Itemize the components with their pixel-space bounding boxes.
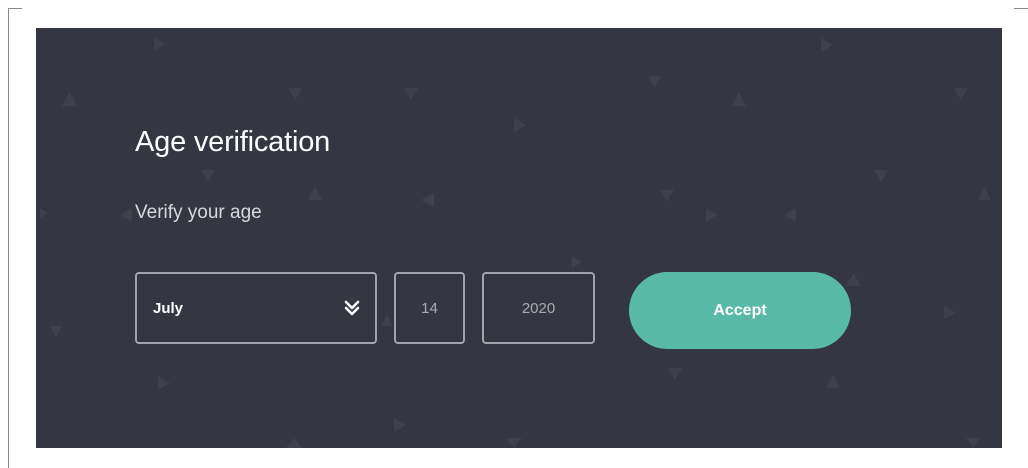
month-select-value: July — [153, 300, 184, 317]
page-frame-left — [8, 8, 9, 468]
age-verification-panel: Age verification Verify your age July Ac… — [36, 28, 1002, 448]
page-title: Age verification — [135, 126, 331, 158]
subtitle: Verify your age — [135, 202, 262, 223]
page-frame-gap — [22, 7, 1014, 10]
accept-button[interactable]: Accept — [629, 272, 851, 349]
year-input[interactable] — [484, 274, 593, 342]
day-field-wrapper — [394, 272, 465, 344]
year-field-wrapper — [482, 272, 595, 344]
day-input[interactable] — [396, 274, 463, 342]
month-select[interactable]: July — [135, 272, 377, 344]
triangle-pattern-background — [40, 38, 991, 448]
double-chevron-down-icon — [344, 300, 360, 316]
